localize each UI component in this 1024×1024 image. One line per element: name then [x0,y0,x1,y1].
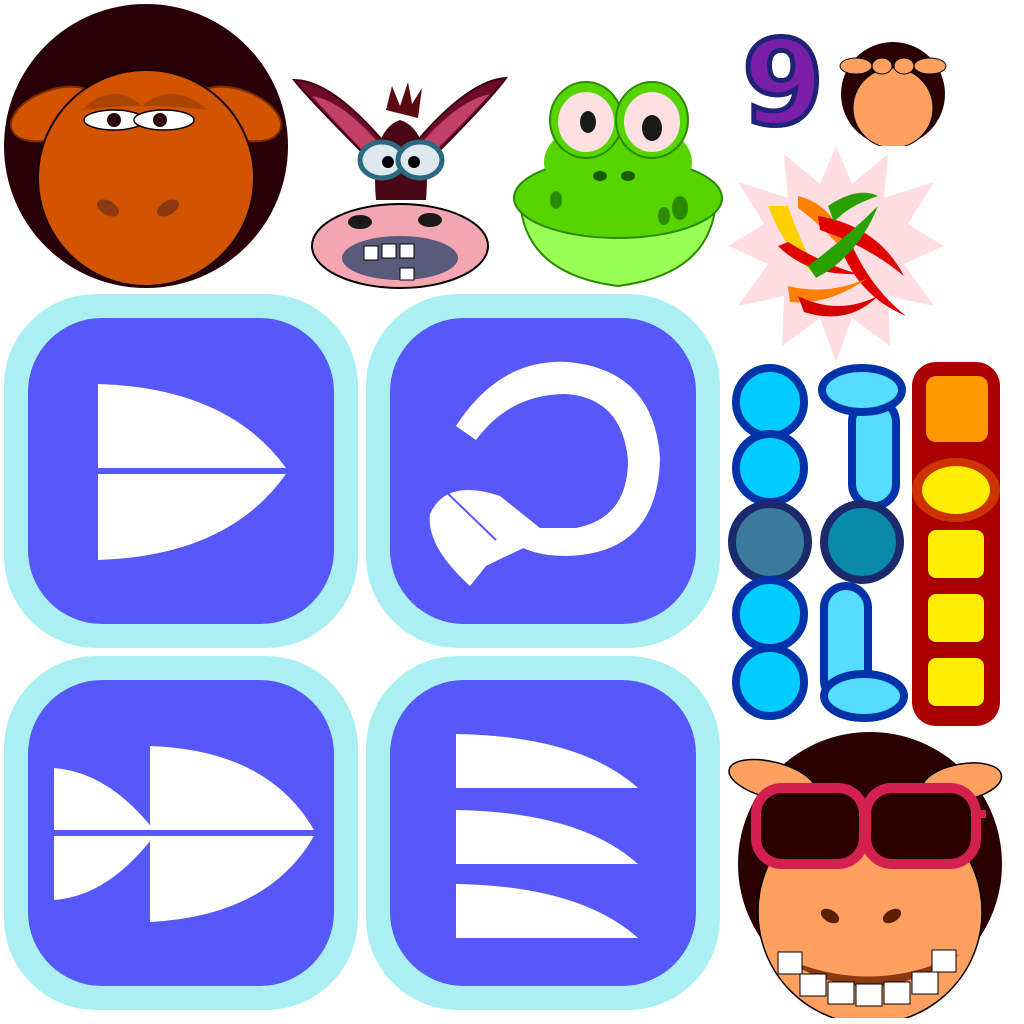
number-nine-label: 9 [739,14,826,152]
tile-split-d[interactable] [4,294,358,648]
rotate-arrow-icon [429,361,660,586]
frog-face-icon [508,74,728,290]
double-arrow-forward-icon [54,746,314,922]
bull-face-icon [2,2,290,290]
tile-double-arrow[interactable] [4,656,358,1010]
chili-pepper-burst-icon [728,146,944,362]
tile-three-wings[interactable] [366,656,720,1010]
tile-rotate[interactable] [366,294,720,648]
cool-monkey-face-icon [726,728,1016,1018]
split-d-shape-icon [98,384,286,560]
three-wings-list-icon [456,734,638,938]
abacus-beads-icon [724,360,1014,728]
donkey-face-icon [290,70,510,290]
monkey-head-icon [838,40,948,146]
